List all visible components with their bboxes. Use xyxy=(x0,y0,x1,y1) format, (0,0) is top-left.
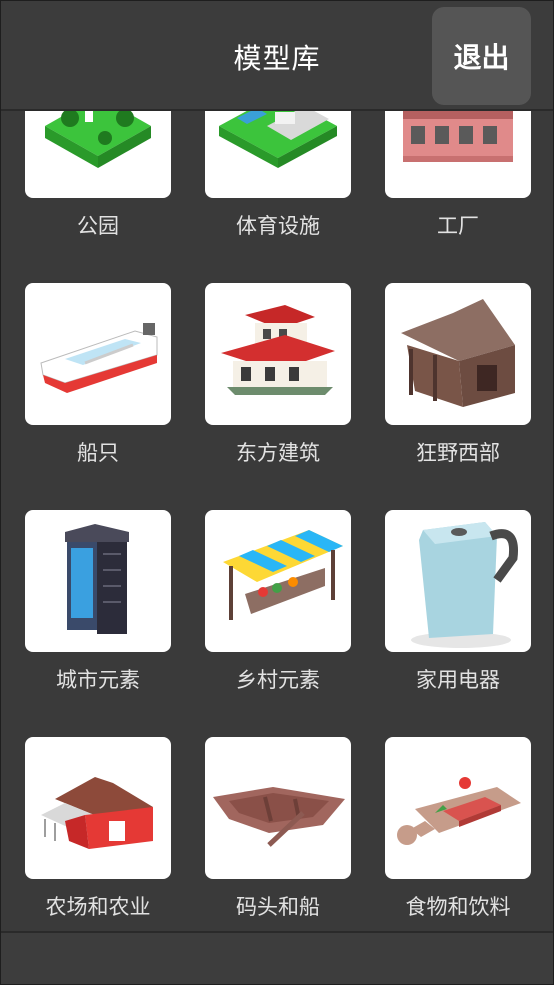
category-item-dock-boat[interactable]: 码头和船 xyxy=(205,737,351,931)
category-item-park[interactable]: 公园 xyxy=(25,111,171,261)
red-barn-model-icon[interactable] xyxy=(25,737,171,879)
kettle-model-icon[interactable] xyxy=(385,510,531,652)
category-item-home-appliances[interactable]: 家用电器 xyxy=(385,510,531,715)
model-category-grid[interactable]: 公园 体育设施 工厂 船只 东方建筑 狂野西部 城市元素 乡村元素 家用电器 农… xyxy=(1,111,553,931)
category-item-food-drink[interactable]: 食物和饮料 xyxy=(385,737,531,931)
sports-facility-model-icon[interactable] xyxy=(205,111,351,198)
category-item-sports-facility[interactable]: 体育设施 xyxy=(205,111,351,261)
grid-row: 船只 东方建筑 狂野西部 xyxy=(1,283,553,510)
bottom-bar xyxy=(1,931,553,984)
category-label: 乡村元素 xyxy=(236,668,320,692)
category-item-oriental-architecture[interactable]: 东方建筑 xyxy=(205,283,351,488)
category-label: 食物和饮料 xyxy=(405,895,511,919)
exit-button[interactable]: 退出 xyxy=(432,7,531,105)
header-bar: 模型库 退出 xyxy=(1,1,553,111)
category-label: 工厂 xyxy=(437,214,479,238)
category-item-factory[interactable]: 工厂 xyxy=(385,111,531,261)
park-model-icon[interactable] xyxy=(25,111,171,198)
category-item-wild-west[interactable]: 狂野西部 xyxy=(385,283,531,488)
category-label: 东方建筑 xyxy=(236,441,320,465)
category-item-city-elements[interactable]: 城市元素 xyxy=(25,510,171,715)
category-label: 家用电器 xyxy=(416,668,500,692)
category-item-boat[interactable]: 船只 xyxy=(25,283,171,488)
wooden-barn-model-icon[interactable] xyxy=(385,283,531,425)
category-label: 体育设施 xyxy=(236,214,320,238)
phone-booth-model-icon[interactable] xyxy=(25,510,171,652)
market-stall-model-icon[interactable] xyxy=(205,510,351,652)
grid-row: 农场和农业 码头和船 食物和饮料 xyxy=(1,737,553,931)
category-label: 城市元素 xyxy=(56,668,140,692)
category-item-farm-agriculture[interactable]: 农场和农业 xyxy=(25,737,171,931)
grid-row: 公园 体育设施 工厂 xyxy=(1,111,553,283)
grid-row: 城市元素 乡村元素 家用电器 xyxy=(1,510,553,737)
model-library-screen: 模型库 退出 公园 体育设施 工厂 船只 东方建筑 狂野西部 城市元素 乡村元素… xyxy=(0,0,554,985)
category-label: 船只 xyxy=(77,441,119,465)
pagoda-model-icon[interactable] xyxy=(205,283,351,425)
category-label: 公园 xyxy=(77,214,119,238)
boat-model-icon[interactable] xyxy=(25,283,171,425)
factory-model-icon[interactable] xyxy=(385,111,531,198)
category-item-rural-elements[interactable]: 乡村元素 xyxy=(205,510,351,715)
cutting-board-food-model-icon[interactable] xyxy=(385,737,531,879)
category-label: 狂野西部 xyxy=(416,441,500,465)
category-label: 农场和农业 xyxy=(45,895,151,919)
rowboat-model-icon[interactable] xyxy=(205,737,351,879)
category-label: 码头和船 xyxy=(236,895,320,919)
